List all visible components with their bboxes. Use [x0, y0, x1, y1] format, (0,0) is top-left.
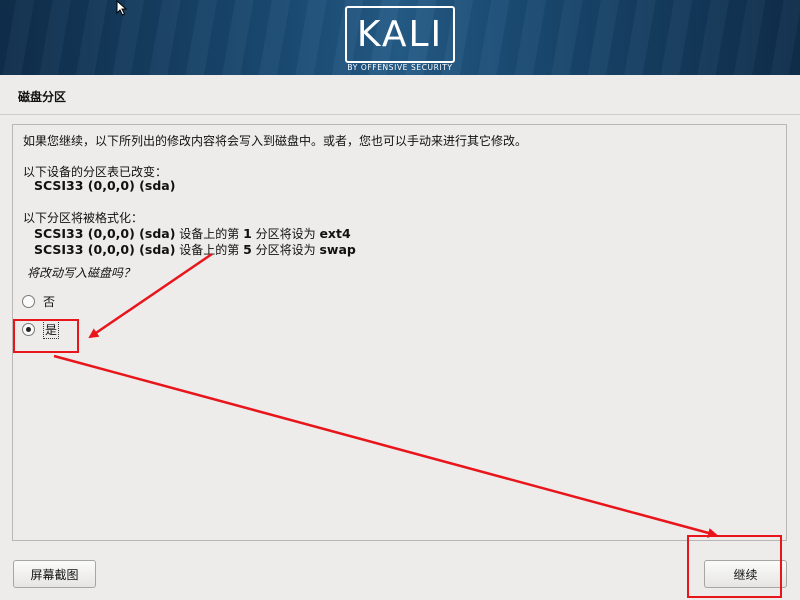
radio-option-no[interactable]: 否 — [22, 293, 55, 310]
format-item: SCSI33 (0,0,0) (sda) 设备上的第 5 分区将设为 swap — [34, 241, 356, 258]
content-panel: 如果您继续，以下所列出的修改内容将会写入到磁盘中。或者，您也可以手动来进行其它修… — [12, 124, 787, 541]
continue-button[interactable]: 继续 — [704, 560, 787, 588]
radio-dot — [26, 327, 31, 332]
radio-button-selected[interactable] — [22, 323, 35, 336]
format-item-device: SCSI33 (0,0,0) (sda) — [34, 226, 176, 241]
format-item-text: 分区将设为 — [255, 227, 320, 241]
radio-button[interactable] — [22, 295, 35, 308]
divider — [0, 114, 800, 115]
logo-text: KALI — [356, 14, 444, 55]
radio-label-yes: 是 — [43, 320, 60, 339]
format-heading: 以下分区将被格式化： — [23, 211, 144, 225]
format-item-text: 设备上的第 — [179, 243, 244, 257]
logo-subtitle: BY OFFENSIVE SECURITY — [347, 63, 453, 72]
radio-label-no: 否 — [43, 295, 56, 309]
question-text: 将改动写入磁盘吗？ — [27, 266, 136, 280]
format-item-device: SCSI33 (0,0,0) (sda) — [34, 242, 176, 257]
format-item-number: 1 — [243, 226, 252, 241]
format-item-text: 分区将设为 — [255, 243, 320, 257]
radio-option-yes[interactable]: 是 — [22, 320, 60, 339]
format-item-number: 5 — [243, 242, 252, 257]
mouse-cursor-icon — [116, 0, 128, 16]
format-item: SCSI33 (0,0,0) (sda) 设备上的第 1 分区将设为 ext4 — [34, 225, 351, 242]
intro-text: 如果您继续，以下所列出的修改内容将会写入到磁盘中。或者，您也可以手动来进行其它修… — [23, 134, 528, 148]
page-title: 磁盘分区 — [18, 90, 67, 104]
header-banner: KALI BY OFFENSIVE SECURITY — [0, 0, 800, 75]
format-item-fs: ext4 — [319, 226, 351, 241]
format-item-fs: swap — [319, 242, 356, 257]
format-item-text: 设备上的第 — [179, 227, 244, 241]
partition-table-device: SCSI33 (0,0,0) (sda) — [34, 178, 176, 193]
screenshot-button[interactable]: 屏幕截图 — [13, 560, 96, 588]
kali-logo: KALI — [345, 6, 455, 63]
